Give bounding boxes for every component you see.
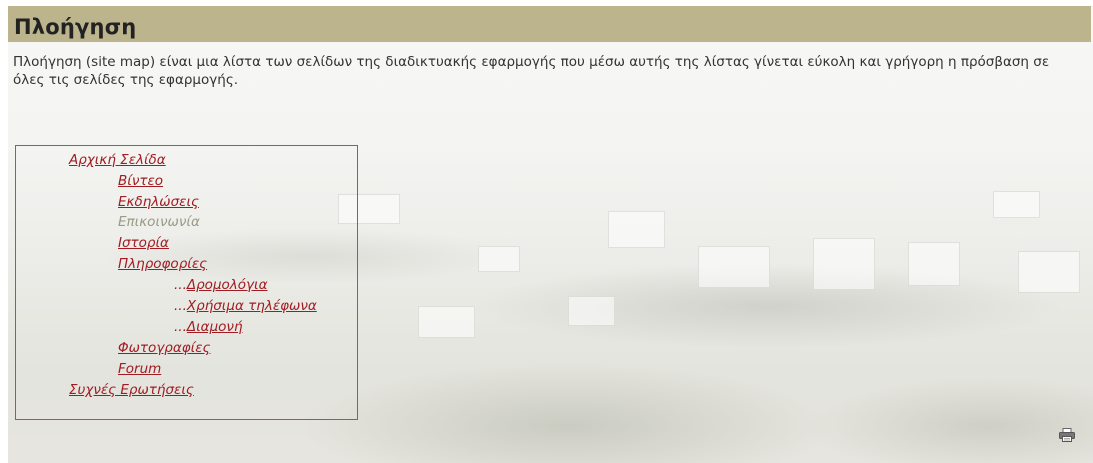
sitemap-link-photos[interactable]: Φωτογραφίες xyxy=(118,340,210,356)
sitemap-label-contact: Επικοινωνία xyxy=(118,214,200,230)
intro-text: Πλοήγηση (site map) είναι μια λίστα των … xyxy=(13,54,1050,88)
sitemap-item-faq: Συχνές Ερωτήσεις xyxy=(69,382,194,398)
sitemap-link-home[interactable]: Αρχική Σελίδα xyxy=(69,152,166,168)
sitemap-link-history[interactable]: Ιστορία xyxy=(118,235,169,251)
page: Πλοήγηση Πλοήγηση (site map) είναι μια λ… xyxy=(0,0,1093,463)
printer-icon[interactable] xyxy=(1059,428,1075,442)
page-title: Πλοήγηση xyxy=(14,15,137,39)
sitemap-item-events: Εκδηλώσεις xyxy=(118,194,199,210)
sitemap-link-forum[interactable]: Forum xyxy=(118,361,161,377)
sitemap-item-phones: ...Χρήσιμα τηλέφωνα xyxy=(174,298,317,314)
sub-item-prefix: ... xyxy=(174,298,187,314)
sitemap-link-routes[interactable]: Δρομολόγια xyxy=(187,277,268,293)
sitemap-item-home: Αρχική Σελίδα xyxy=(69,152,166,168)
sitemap-link-video[interactable]: Βίντεο xyxy=(118,173,163,189)
sitemap-link-events[interactable]: Εκδηλώσεις xyxy=(118,194,199,210)
sitemap-link-faq[interactable]: Συχνές Ερωτήσεις xyxy=(69,382,194,398)
sitemap-item-info: Πληροφορίες xyxy=(118,256,207,272)
sitemap-item-video: Βίντεο xyxy=(118,173,163,189)
sitemap-item-stay: ...Διαμονή xyxy=(174,319,243,335)
sitemap-link-stay[interactable]: Διαμονή xyxy=(187,319,243,335)
sitemap-item-history: Ιστορία xyxy=(118,235,169,251)
sub-item-prefix: ... xyxy=(174,277,187,293)
sitemap-item-forum: Forum xyxy=(118,361,161,377)
sub-item-prefix: ... xyxy=(174,319,187,335)
sitemap-link-phones[interactable]: Χρήσιμα τηλέφωνα xyxy=(187,298,317,314)
sitemap-item-contact: Επικοινωνία xyxy=(118,214,200,230)
sitemap-link-info[interactable]: Πληροφορίες xyxy=(118,256,207,272)
page-header: Πλοήγηση xyxy=(8,6,1091,42)
sitemap-item-routes: ...Δρομολόγια xyxy=(174,277,268,293)
sitemap-item-photos: Φωτογραφίες xyxy=(118,340,210,356)
